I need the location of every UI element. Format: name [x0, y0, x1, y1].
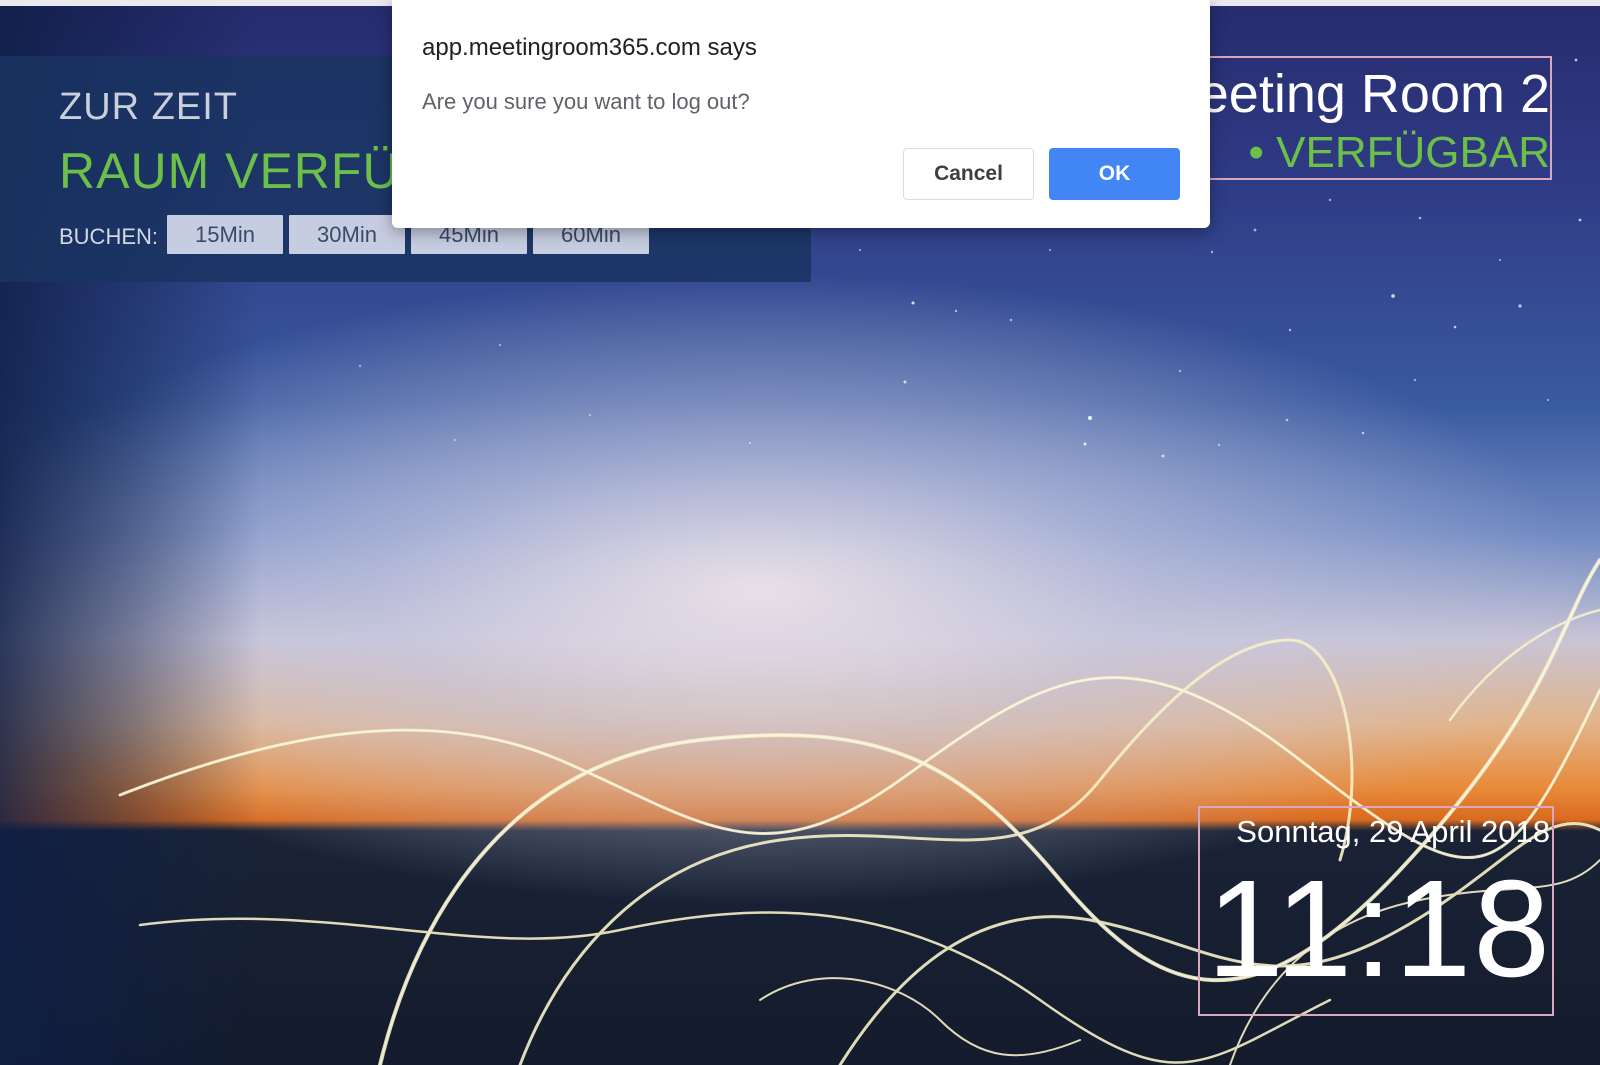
ok-button[interactable]: OK	[1049, 148, 1180, 200]
book-30min-button[interactable]: 30Min	[289, 215, 405, 254]
dialog-title: app.meetingroom365.com says	[422, 34, 757, 61]
book-15min-button[interactable]: 15Min	[167, 215, 283, 254]
room-name: Meeting Room 2	[1200, 64, 1550, 124]
room-availability: • VERFÜGBAR	[1248, 128, 1550, 177]
book-label: BUCHEN:	[59, 224, 159, 249]
clock-box: Sonntag, 29 April 2018 11:18	[1198, 806, 1554, 1016]
status-label: ZUR ZEIT	[59, 86, 238, 128]
logout-confirm-dialog: app.meetingroom365.com says Are you sure…	[392, 0, 1210, 228]
room-name-box: Meeting Room 2 • VERFÜGBAR	[1200, 56, 1552, 180]
cancel-button[interactable]: Cancel	[903, 148, 1034, 200]
current-date: Sonntag, 29 April 2018	[1236, 814, 1550, 849]
current-time: 11:18	[1206, 852, 1552, 1006]
dialog-message: Are you sure you want to log out?	[422, 89, 750, 114]
